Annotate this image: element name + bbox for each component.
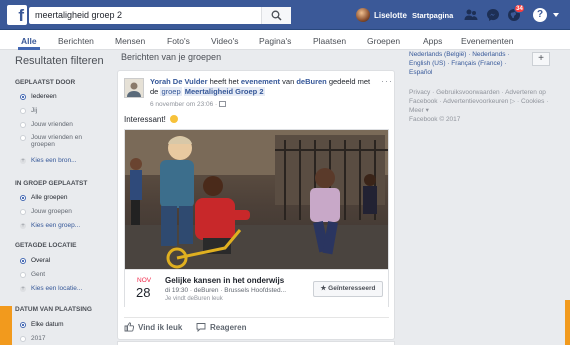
profile-link[interactable]: Liselotte: [356, 8, 407, 22]
comment-bubble-icon: [196, 323, 206, 332]
filter-option-jouw-vrienden[interactable]: Jouw vrienden: [20, 121, 73, 128]
author-link[interactable]: Yorah De Vulder: [150, 77, 208, 86]
page-link[interactable]: deBuren: [296, 77, 326, 86]
post-card: Yorah De Vulder heeft het evenement van …: [117, 70, 395, 340]
post-options-more-icon[interactable]: ···: [381, 76, 393, 86]
messenger-icon[interactable]: [486, 8, 500, 22]
radio-icon: [20, 122, 26, 128]
search-button[interactable]: [261, 7, 291, 24]
tab-videos[interactable]: Video's: [211, 36, 238, 46]
filter-option-jij[interactable]: Jij: [20, 107, 37, 114]
filter-option-elke-datum[interactable]: Elke datum: [20, 321, 64, 328]
radio-icon: [20, 258, 26, 264]
facebook-logo-icon[interactable]: f: [7, 5, 27, 25]
search-tab-bar: Alle Berichten Mensen Foto's Video's Pag…: [0, 30, 570, 50]
filter-heading-tagged-location: GETAGDE LOCATIE: [15, 242, 77, 249]
filter-option-2017[interactable]: 2017: [20, 335, 45, 342]
post-timestamp[interactable]: 6 november om 23:06 ·: [150, 101, 227, 108]
next-post-card: [117, 341, 395, 345]
radio-icon: [20, 322, 26, 328]
search-input[interactable]: meertaligheid groep 2: [29, 7, 291, 24]
choose-location-link[interactable]: + Kies een locatie...: [20, 285, 82, 292]
plus-icon: +: [20, 223, 26, 229]
home-link[interactable]: Startpagina: [412, 11, 453, 20]
tab-apps[interactable]: Apps: [423, 36, 442, 46]
tab-alle[interactable]: Alle: [21, 36, 37, 46]
results-section-title: Berichten van je groepen: [121, 52, 222, 62]
audience-group-icon: [219, 101, 227, 107]
smiley-emoji-icon: [170, 115, 179, 123]
event-day: 28: [136, 285, 151, 300]
filter-heading-posted-by: GEPLAATST DOOR: [15, 79, 76, 86]
post-body: Interessant!: [124, 115, 179, 124]
copyright: Facebook © 2017: [409, 116, 461, 123]
radio-icon: [20, 108, 26, 114]
children-playing-photo: [125, 130, 388, 269]
thumbs-up-icon: [124, 322, 134, 332]
group-link[interactable]: Meertaligheid Groep 2: [183, 87, 265, 96]
group-word-link[interactable]: groep: [160, 87, 182, 96]
avatar-image-icon: [125, 79, 143, 97]
post-actions: Vind ik leuk Reageren: [124, 317, 389, 333]
radio-icon: [20, 209, 26, 215]
post-header: Yorah De Vulder heeft het evenement van …: [150, 77, 371, 96]
radio-icon: [20, 336, 26, 342]
event-photo[interactable]: [125, 130, 388, 269]
filter-option-alle-groepen[interactable]: Alle groepen: [20, 194, 68, 201]
filter-heading-post-date: DATUM VAN PLAATSING: [15, 306, 92, 313]
event-social-context: Je vindt deBuren leuk: [165, 296, 223, 302]
user-name: Liselotte: [374, 10, 407, 20]
filter-option-vrienden-en-groepen[interactable]: Jouw vrienden en groepen: [20, 134, 82, 148]
event-month: NOV: [137, 277, 152, 284]
search-icon: [271, 10, 282, 21]
decorative-orange-bar-right: [565, 300, 570, 345]
friend-requests-icon[interactable]: [464, 8, 478, 22]
like-button[interactable]: Vind ik leuk: [124, 322, 182, 332]
plus-icon: +: [20, 158, 26, 164]
page-footer: Privacy · Gebruiksvoorwaarden · Adverter…: [409, 88, 557, 124]
filter-heading-posted-in-group: IN GROEP GEPLAATST: [15, 180, 88, 187]
footer-links[interactable]: Privacy · Gebruiksvoorwaarden · Adverter…: [409, 88, 557, 115]
language-box: Nederlands (België) · Nederlands · Engli…: [405, 50, 555, 78]
event-title[interactable]: Gelijke kansen in het onderwijs: [165, 276, 284, 285]
language-links[interactable]: Nederlands (België) · Nederlands · Engli…: [409, 50, 529, 77]
filter-option-gent[interactable]: Gent: [20, 271, 45, 278]
event-info: NOV 28 Gelijke kansen in het onderwijs d…: [125, 269, 388, 307]
tab-mensen[interactable]: Mensen: [115, 36, 145, 46]
tab-evenementen[interactable]: Evenementen: [461, 36, 513, 46]
radio-icon: [20, 195, 26, 201]
filter-option-overal[interactable]: Overal: [20, 257, 50, 264]
tab-fotos[interactable]: Foto's: [167, 36, 190, 46]
shared-event-card[interactable]: NOV 28 Gelijke kansen in het onderwijs d…: [124, 129, 389, 307]
account-menu-chevron-down-icon[interactable]: [553, 13, 559, 17]
tab-paginas[interactable]: Pagina's: [259, 36, 291, 46]
radio-icon: [20, 135, 26, 141]
tab-groepen[interactable]: Groepen: [367, 36, 400, 46]
radio-icon: [20, 272, 26, 278]
decorative-orange-bar-left: [0, 306, 12, 345]
filters-title: Resultaten filteren: [15, 55, 104, 67]
choose-group-link[interactable]: + Kies een groep...: [20, 222, 80, 229]
author-avatar[interactable]: [124, 78, 144, 98]
filter-option-iedereen[interactable]: Iedereen: [20, 93, 57, 100]
radio-icon: [20, 94, 26, 100]
avatar: [356, 8, 370, 22]
tab-berichten[interactable]: Berichten: [58, 36, 94, 46]
tab-plaatsen[interactable]: Plaatsen: [313, 36, 346, 46]
filter-sidebar: Resultaten filteren GEPLAATST DOOR Ieder…: [0, 50, 115, 345]
plus-icon: +: [20, 286, 26, 292]
event-link[interactable]: evenement: [241, 77, 280, 86]
help-icon[interactable]: ?: [533, 8, 547, 22]
event-details: di 19:30 · deBuren · Brussels Hoofdsted.…: [165, 287, 287, 294]
add-language-button[interactable]: +: [532, 52, 550, 66]
choose-source-link[interactable]: + Kies een bron...: [20, 157, 77, 164]
comment-button[interactable]: Reageren: [196, 322, 246, 332]
filter-option-jouw-groepen[interactable]: Jouw groepen: [20, 208, 72, 215]
top-bar: f meertaligheid groep 2 Liselotte Startp…: [0, 0, 570, 30]
interested-button[interactable]: ★ Geïnteresseerd: [313, 281, 383, 297]
notification-badge: 34: [514, 4, 525, 13]
